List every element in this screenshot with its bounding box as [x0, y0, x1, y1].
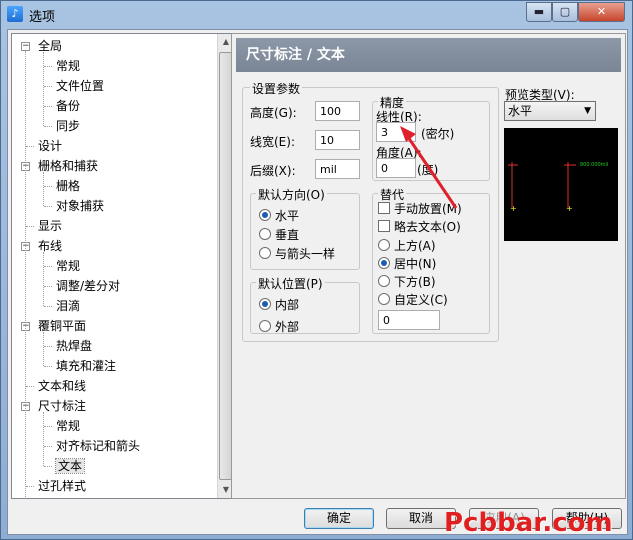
minimize-button[interactable]: ▬ [526, 2, 552, 22]
arrow-shaft [404, 133, 458, 209]
annotation-arrow [400, 126, 458, 209]
watermark-text: Pcbbar.com [444, 508, 613, 538]
close-button[interactable]: ✕ [578, 2, 625, 22]
app-icon: ♪ [7, 6, 23, 22]
window-title: 选项 [29, 10, 56, 25]
title-bar[interactable]: ♪ 选项 ▬ ▢ ✕ [1, 1, 633, 29]
options-window: ♪ 选项 ▬ ▢ ✕ 全局 − 常规 文件位置 备份 同步 设计 栅格和捕获 − 栅格 对象捕获 显示… [0, 0, 633, 540]
maximize-button[interactable]: ▢ [552, 2, 578, 22]
arrow-head [400, 126, 416, 142]
dialog-client: 全局 − 常规 文件位置 备份 同步 设计 栅格和捕获 − 栅格 对象捕获 显示 布线 − 常规 调整/差分对… [7, 29, 628, 535]
ok-button[interactable]: 确定 [304, 508, 374, 529]
